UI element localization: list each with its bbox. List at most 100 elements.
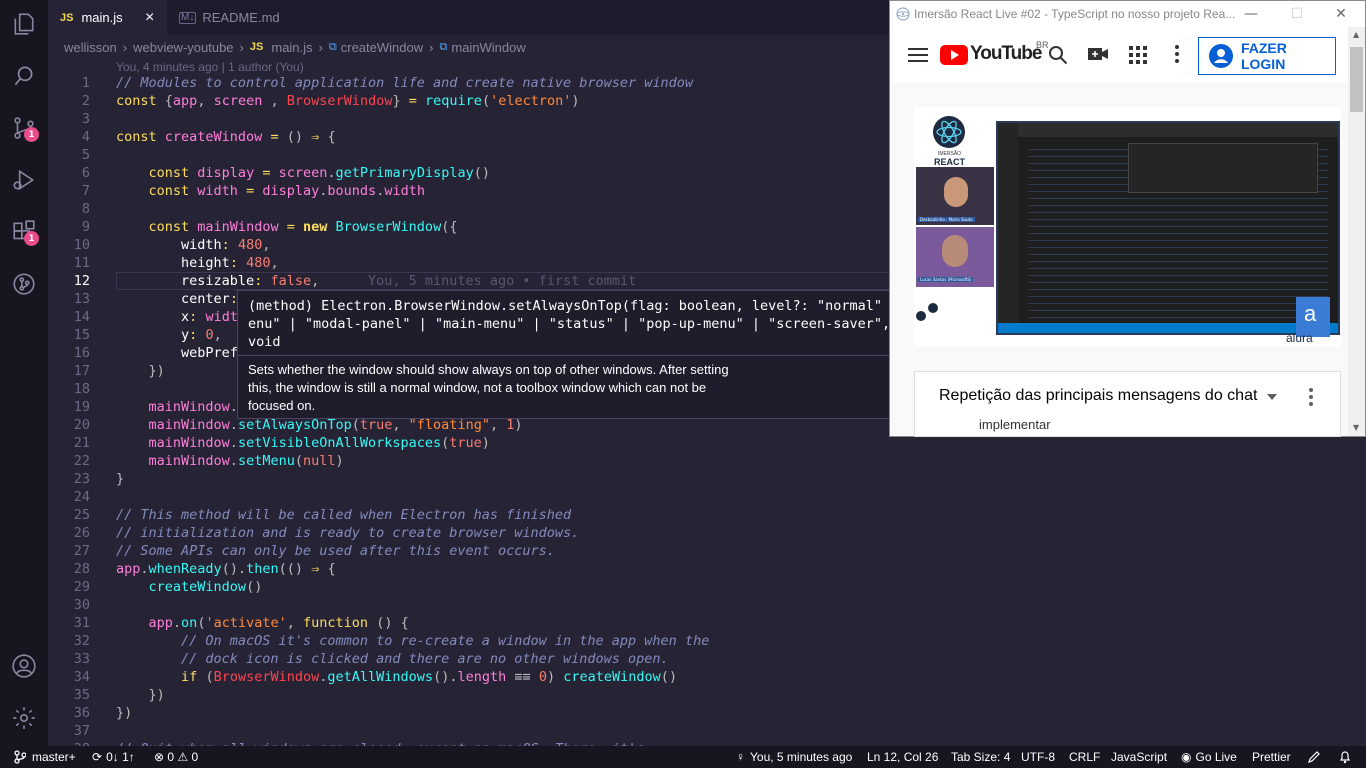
code-line[interactable]: 5 <box>48 146 890 164</box>
sync-indicator[interactable]: ⟳ 0↓ 1↑ <box>92 746 135 768</box>
electron-icon <box>896 7 910 21</box>
code-line[interactable]: 11 height: 480, <box>48 254 890 272</box>
cursor-position[interactable]: Ln 12, Col 26 <box>867 746 938 768</box>
editor-tabs: JS main.js × M↓ README.md <box>48 0 890 35</box>
feedback-icon[interactable] <box>1307 746 1321 768</box>
apps-grid-icon[interactable] <box>1129 46 1147 64</box>
hover-signature: enu" | "modal-panel" | "main-menu" | "st… <box>248 316 890 332</box>
source-control-icon[interactable]: 1 <box>0 104 48 152</box>
scroll-down-icon[interactable]: ▼ <box>1353 423 1359 432</box>
line-ending[interactable]: CRLF <box>1069 746 1100 768</box>
code-text: const createWindow = () ⇒ { <box>116 129 336 145</box>
code-line[interactable]: 4 const createWindow = () ⇒ { <box>48 128 890 146</box>
close-icon[interactable]: ✕ <box>1318 1 1364 27</box>
breadcrumb-item[interactable]: mainWindow <box>451 40 525 55</box>
minimize-icon[interactable]: — <box>1228 1 1274 27</box>
hamburger-menu-icon[interactable] <box>908 48 928 62</box>
code-line[interactable]: 22 mainWindow.setMenu(null) <box>48 452 890 470</box>
code-line[interactable]: 24 <box>48 488 890 506</box>
settings-gear-icon[interactable] <box>0 694 48 742</box>
code-line[interactable]: 8 <box>48 200 890 218</box>
breadcrumb-item[interactable]: webview-youtube <box>133 40 233 55</box>
code-line[interactable]: 1 // Modules to control application life … <box>48 74 890 92</box>
breadcrumb-item[interactable]: wellisson <box>64 40 117 55</box>
code-text: // On macOS it's common to re-create a w… <box>116 633 710 649</box>
code-line[interactable]: 33 // dock icon is clicked and there are… <box>48 650 890 668</box>
webcam-2: Lucas Santos (MicrosoftS) <box>916 227 994 287</box>
code-line[interactable]: 2 const {app, screen , BrowserWindow} = r… <box>48 92 890 110</box>
branch-indicator[interactable]: master+ <box>14 746 76 768</box>
code-line[interactable]: 10 width: 480, <box>48 236 890 254</box>
run-debug-icon[interactable] <box>0 156 48 204</box>
language-mode[interactable]: JavaScript <box>1111 746 1167 768</box>
code-line[interactable]: 37 <box>48 722 890 740</box>
maximize-icon[interactable]: ☐ <box>1274 1 1320 27</box>
code-line[interactable]: 36}) <box>48 704 890 722</box>
tab-label: main.js <box>81 10 123 25</box>
code-line[interactable]: 23} <box>48 470 890 488</box>
account-icon[interactable] <box>0 642 48 690</box>
line-number: 25 <box>73 507 90 523</box>
code-line[interactable]: 28 app.whenReady().then(() ⇒ { <box>48 560 890 578</box>
code-line[interactable]: 31 app.on('activate', function () { <box>48 614 890 632</box>
shared-activity-bar <box>998 123 1018 333</box>
problems-indicator[interactable]: ⊗ 0 ⚠ 0 <box>154 746 198 768</box>
live-chat[interactable]: Repetição das principais mensagens do ch… <box>914 371 1341 437</box>
notifications-bell-icon[interactable] <box>1338 746 1352 768</box>
search-icon[interactable] <box>0 52 48 100</box>
line-number: 13 <box>73 291 90 307</box>
codelens-blame[interactable]: You, 4 minutes ago | 1 author (You) <box>116 60 304 74</box>
code-line[interactable]: 27 // Some APIs can only be used after th… <box>48 542 890 560</box>
git-graph-icon[interactable] <box>0 260 48 308</box>
code-line[interactable]: 32 // On macOS it's common to re-create … <box>48 632 890 650</box>
code-line[interactable]: 12 resizable: false, You, 5 minutes ago •… <box>48 272 890 290</box>
code-line[interactable]: 3 <box>48 110 890 128</box>
code-line[interactable]: 25 // This method will be called when Ele… <box>48 506 890 524</box>
chat-more-icon[interactable] <box>1309 388 1313 406</box>
code-line[interactable]: 7 const width = display.bounds.width <box>48 182 890 200</box>
shared-hover <box>1128 143 1318 193</box>
line-number: 31 <box>73 615 90 631</box>
video-player[interactable]: IMERSÃO REACT Desbaalinho · Mario Souto … <box>914 107 1341 347</box>
code-text: if (BrowserWindow.getAllWindows().length… <box>181 669 678 685</box>
more-vert-icon[interactable] <box>1175 45 1179 63</box>
code-text: y: 0, <box>181 327 222 343</box>
code-line[interactable]: 35 }) <box>48 686 890 704</box>
code-line[interactable]: 34 if (BrowserWindow.getAllWindows().len… <box>48 668 890 686</box>
tab-readme[interactable]: M↓ README.md <box>167 0 289 35</box>
decor-dot <box>916 311 926 321</box>
prettier-status[interactable]: Prettier <box>1252 746 1291 768</box>
create-video-icon[interactable] <box>1088 46 1108 62</box>
line-number: 6 <box>81 165 90 181</box>
line-number: 7 <box>81 183 90 199</box>
hover-signature: (method) Electron.BrowserWindow.setAlway… <box>248 298 882 314</box>
search-icon[interactable] <box>1048 45 1068 65</box>
encoding[interactable]: UTF-8 <box>1021 746 1055 768</box>
youtube-logo-icon[interactable] <box>940 45 968 65</box>
code-line[interactable]: 6 const display = screen.getPrimaryDispl… <box>48 164 890 182</box>
dropdown-arrow-icon[interactable] <box>1267 394 1277 400</box>
code-line[interactable]: 26 // initialization and is ready to crea… <box>48 524 890 542</box>
code-line[interactable]: 9 const mainWindow = new BrowserWindow({ <box>48 218 890 236</box>
tab-main-js[interactable]: JS main.js × <box>48 0 167 35</box>
code-line[interactable]: 21 mainWindow.setVisibleOnAllWorkspaces(… <box>48 434 890 452</box>
code-line[interactable]: 29 createWindow() <box>48 578 890 596</box>
explorer-icon[interactable] <box>0 0 48 48</box>
close-tab-icon[interactable]: × <box>145 9 154 27</box>
chat-mode-title[interactable]: Repetição das principais mensagens do ch… <box>939 387 1257 405</box>
scroll-up-icon[interactable]: ▲ <box>1353 30 1359 39</box>
blame-status[interactable]: ♀ You, 5 minutes ago <box>736 746 852 768</box>
tab-size[interactable]: Tab Size: 4 <box>951 746 1010 768</box>
breadcrumb-item[interactable]: createWindow <box>341 40 423 55</box>
line-number: 23 <box>73 471 90 487</box>
shared-screen <box>996 121 1340 335</box>
page-scrollbar[interactable]: ▲ ▼ <box>1348 27 1365 436</box>
extensions-icon[interactable]: 1 <box>0 208 48 256</box>
overlay-react: REACT <box>934 157 965 167</box>
sign-in-button[interactable]: FAZER LOGIN <box>1198 37 1336 75</box>
breadcrumb-item[interactable]: main.js <box>271 40 312 55</box>
go-live-button[interactable]: ◉ Go Live <box>1181 746 1237 768</box>
code-line[interactable]: 30 <box>48 596 890 614</box>
line-number: 36 <box>73 705 90 721</box>
scrollbar-thumb[interactable] <box>1350 47 1363 112</box>
